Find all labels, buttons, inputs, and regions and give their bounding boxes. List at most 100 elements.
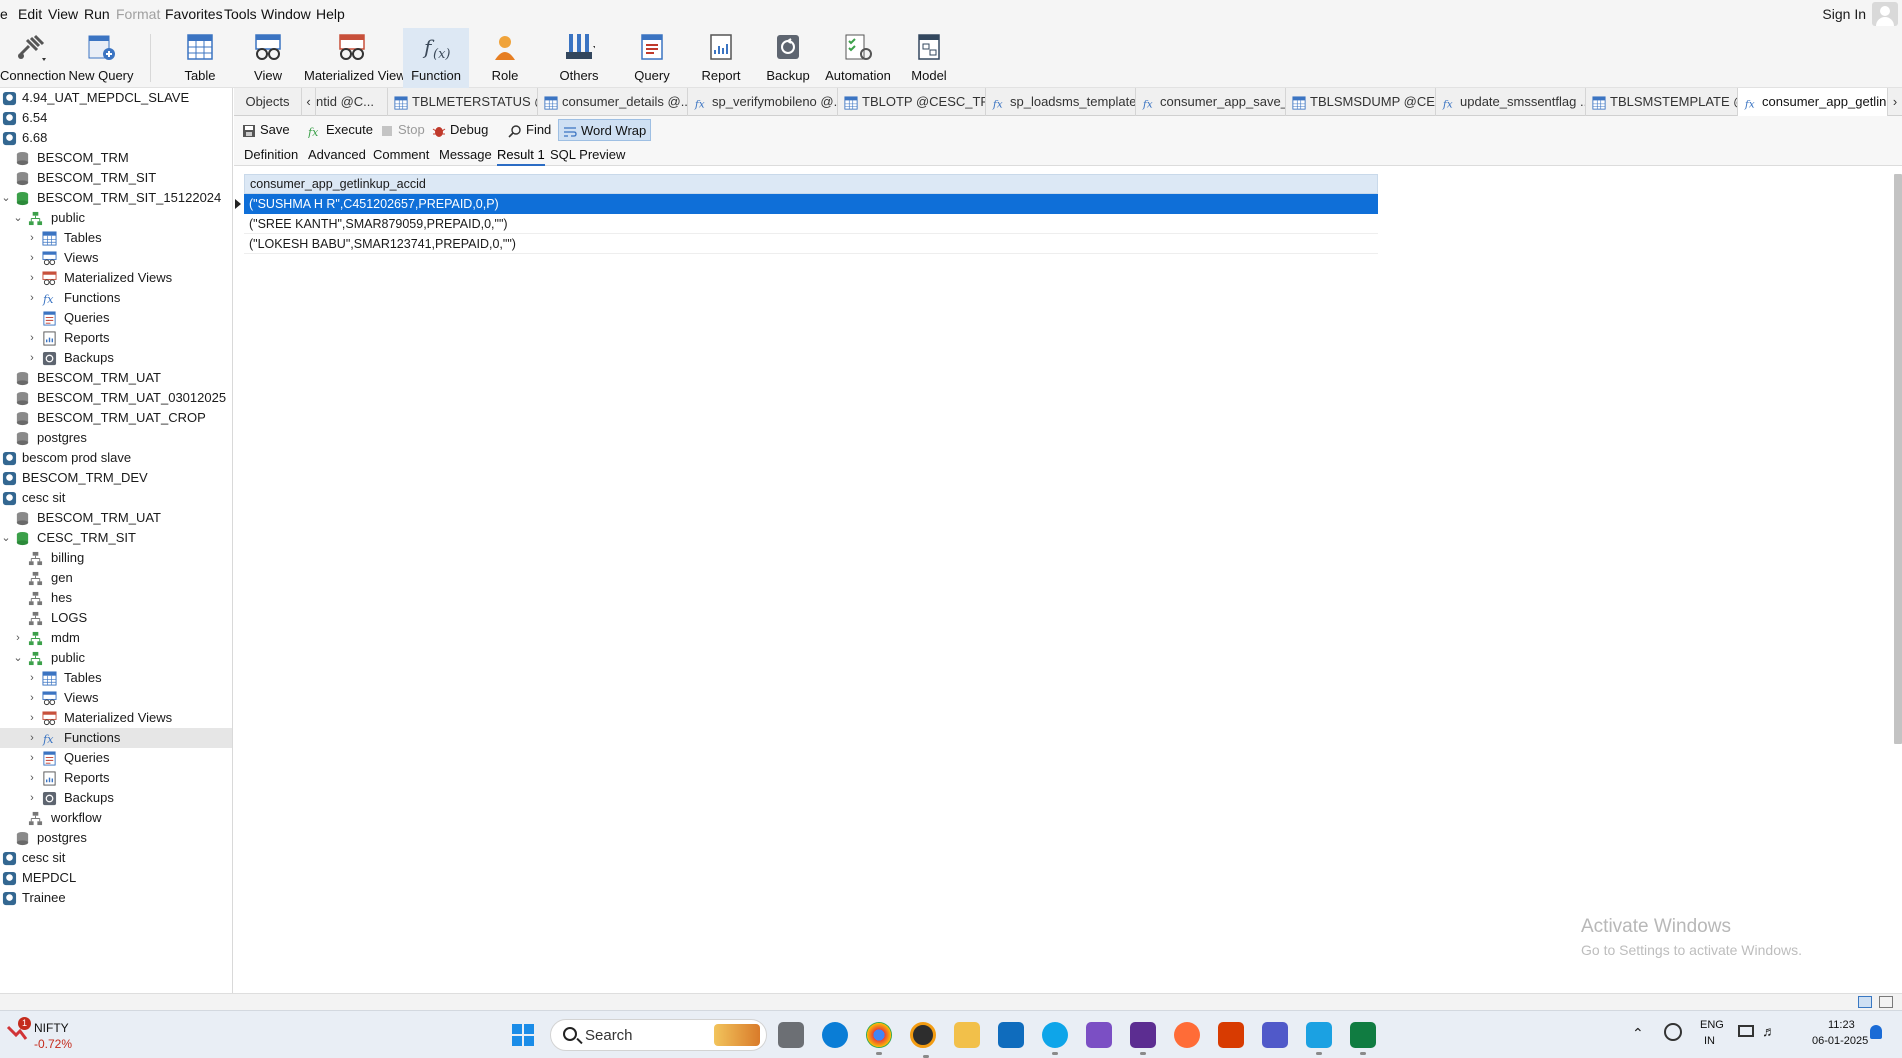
chevron-right-icon[interactable]: › bbox=[26, 268, 38, 288]
table-cell[interactable]: ("LOKESH BABU",SMAR123741,PREPAID,0,"") bbox=[249, 237, 516, 251]
view-button[interactable]: View bbox=[240, 28, 296, 88]
report-button[interactable]: Report bbox=[694, 28, 748, 88]
chevron-down-icon[interactable]: ⌄ bbox=[0, 188, 12, 208]
menu-tools[interactable]: Tools bbox=[224, 6, 257, 22]
tab-active[interactable]: fx consumer_app_getlin... bbox=[1738, 88, 1888, 116]
tab-item[interactable]: fx update_smssentflag ... bbox=[1436, 88, 1586, 116]
layout-toggle-left-icon[interactable] bbox=[1858, 996, 1872, 1008]
menu-format[interactable]: Format bbox=[116, 6, 160, 22]
tab-item[interactable]: TBLSMSDUMP @CES... bbox=[1286, 88, 1436, 116]
tab-scroll-left[interactable]: ‹ bbox=[302, 88, 316, 116]
tree-item-tables[interactable]: › Tables bbox=[0, 228, 232, 248]
chevron-right-icon[interactable]: › bbox=[26, 348, 38, 368]
volume-icon[interactable]: ♬ bbox=[1762, 1023, 1776, 1039]
tree-item-materialized-views[interactable]: › Materialized Views bbox=[0, 708, 232, 728]
tree-item-connection[interactable]: 4.94_UAT_MEPDCL_SLAVE bbox=[0, 88, 232, 108]
tab-objects[interactable]: Objects bbox=[234, 88, 302, 116]
table-row[interactable]: ("LOKESH BABU",SMAR123741,PREPAID,0,"") bbox=[244, 234, 1378, 254]
chevron-right-icon[interactable]: › bbox=[26, 708, 38, 728]
tree-item-connection[interactable]: 6.68 bbox=[0, 128, 232, 148]
taskbar-search-box[interactable]: Search bbox=[550, 1019, 767, 1051]
menu-window[interactable]: Window bbox=[261, 6, 311, 22]
outlook-icon[interactable] bbox=[998, 1022, 1024, 1048]
chevron-right-icon[interactable]: › bbox=[26, 228, 38, 248]
menu-file[interactable]: e bbox=[0, 6, 8, 22]
chevron-right-icon[interactable]: › bbox=[26, 728, 38, 748]
tree-item-functions[interactable]: › fx Functions bbox=[0, 288, 232, 308]
chevron-up-icon[interactable]: ⌃ bbox=[1632, 1025, 1644, 1042]
tab-item[interactable]: ntid @C... bbox=[316, 88, 388, 116]
menu-help[interactable]: Help bbox=[316, 6, 345, 22]
query-button[interactable]: Query bbox=[624, 28, 680, 88]
stock-widget-icon[interactable]: 1 bbox=[6, 1017, 31, 1043]
connection-button[interactable]: Connection bbox=[0, 28, 66, 88]
sync-icon[interactable] bbox=[1664, 1023, 1682, 1041]
chevron-down-icon[interactable]: ⌄ bbox=[12, 208, 24, 228]
teams-icon[interactable] bbox=[1262, 1022, 1288, 1048]
tab-result-1[interactable]: Result 1 bbox=[497, 147, 545, 166]
tree-item-connection[interactable]: cesc sit bbox=[0, 848, 232, 868]
word-wrap-toggle[interactable]: Word Wrap bbox=[558, 119, 652, 141]
notification-bell-icon[interactable] bbox=[1870, 1025, 1882, 1039]
table-cell[interactable]: ("SREE KANTH",SMAR879059,PREPAID,0,"") bbox=[249, 217, 508, 231]
edge-browser-icon[interactable] bbox=[822, 1022, 848, 1048]
tree-item-schema[interactable]: billing bbox=[0, 548, 232, 568]
tree-item-database[interactable]: BESCOM_TRM_UAT bbox=[0, 508, 232, 528]
tree-item-connection[interactable]: bescom prod slave bbox=[0, 448, 232, 468]
tree-item-database[interactable]: ⌄ CESC_TRM_SIT bbox=[0, 528, 232, 548]
column-header[interactable]: consumer_app_getlinkup_accid bbox=[244, 174, 1378, 194]
tree-item-database[interactable]: BESCOM_TRM_SIT bbox=[0, 168, 232, 188]
navicat-app-icon[interactable] bbox=[910, 1022, 936, 1058]
function-button[interactable]: f (x) Function bbox=[403, 28, 469, 88]
menu-run[interactable]: Run bbox=[84, 6, 110, 22]
table-cell[interactable]: ("SUSHMA H R",C451202657,PREPAID,0,P) bbox=[249, 197, 499, 211]
chevron-right-icon[interactable]: › bbox=[26, 248, 38, 268]
tree-item-connection[interactable]: 6.54 bbox=[0, 108, 232, 128]
chevron-right-icon[interactable]: › bbox=[26, 788, 38, 808]
tree-item-database[interactable]: BESCOM_TRM_UAT_CROP bbox=[0, 408, 232, 428]
tree-item-connection[interactable]: MEPDCL bbox=[0, 868, 232, 888]
chevron-right-icon[interactable]: › bbox=[26, 748, 38, 768]
table-row-selected[interactable]: ("SUSHMA H R",C451202657,PREPAID,0,P) bbox=[235, 194, 1378, 214]
tree-item-schema[interactable]: gen bbox=[0, 568, 232, 588]
tree-item-schema[interactable]: workflow bbox=[0, 808, 232, 828]
tab-sql-preview[interactable]: SQL Preview bbox=[550, 147, 625, 162]
tree-item-views[interactable]: › Views bbox=[0, 688, 232, 708]
table-row[interactable]: ("SREE KANTH",SMAR879059,PREPAID,0,"") bbox=[244, 214, 1378, 234]
new-query-button[interactable]: New Query bbox=[68, 28, 134, 88]
tree-item-connection[interactable]: Trainee bbox=[0, 888, 232, 908]
chevron-right-icon[interactable]: › bbox=[26, 768, 38, 788]
tree-item-database[interactable]: postgres bbox=[0, 428, 232, 448]
tab-advanced[interactable]: Advanced bbox=[308, 147, 366, 162]
tab-item[interactable]: TBLOTP @CESC_TRM... bbox=[838, 88, 986, 116]
network-icon[interactable] bbox=[1738, 1025, 1754, 1037]
chevron-right-icon[interactable]: › bbox=[26, 328, 38, 348]
tree-item-connection[interactable]: BESCOM_TRM_DEV bbox=[0, 468, 232, 488]
security-shield-icon[interactable] bbox=[1218, 1022, 1244, 1048]
tab-item[interactable]: fx consumer_app_save_... bbox=[1136, 88, 1286, 116]
materialized-view-button[interactable]: Materialized View bbox=[304, 28, 406, 88]
tree-item-database[interactable]: ⌄ BESCOM_TRM_SIT_15122024 bbox=[0, 188, 232, 208]
tab-message[interactable]: Message bbox=[439, 147, 492, 162]
menu-favorites[interactable]: Favorites bbox=[165, 6, 223, 22]
visual-studio-icon[interactable] bbox=[1086, 1022, 1112, 1048]
tab-comment[interactable]: Comment bbox=[373, 147, 429, 162]
others-button[interactable]: Others bbox=[546, 28, 612, 88]
start-windows-icon[interactable] bbox=[510, 1022, 536, 1048]
tree-item-queries[interactable]: › Queries bbox=[0, 748, 232, 768]
tree-item-backups[interactable]: › Backups bbox=[0, 788, 232, 808]
table-button[interactable]: Table bbox=[170, 28, 230, 88]
execute-button[interactable]: fx Execute bbox=[304, 119, 377, 141]
file-explorer-icon[interactable] bbox=[954, 1022, 980, 1048]
tree-item-reports[interactable]: › Reports bbox=[0, 768, 232, 788]
tree-item-schema[interactable]: LOGS bbox=[0, 608, 232, 628]
tab-item[interactable]: fx sp_loadsms_template... bbox=[986, 88, 1136, 116]
tab-item[interactable]: TBLMETERSTATUS @... bbox=[388, 88, 538, 116]
save-button[interactable]: Save bbox=[238, 119, 294, 141]
tree-item-database[interactable]: BESCOM_TRM_UAT_03012025 bbox=[0, 388, 232, 408]
tree-item-database[interactable]: postgres bbox=[0, 828, 232, 848]
model-button[interactable]: Model bbox=[902, 28, 956, 88]
tab-item[interactable]: TBLSMSTEMPLATE @... bbox=[1586, 88, 1738, 116]
chevron-down-icon[interactable]: ⌄ bbox=[12, 648, 24, 668]
navigation-pane[interactable]: 4.94_UAT_MEPDCL_SLAVE 6.54 6.68 BESCOM_T… bbox=[0, 88, 233, 993]
